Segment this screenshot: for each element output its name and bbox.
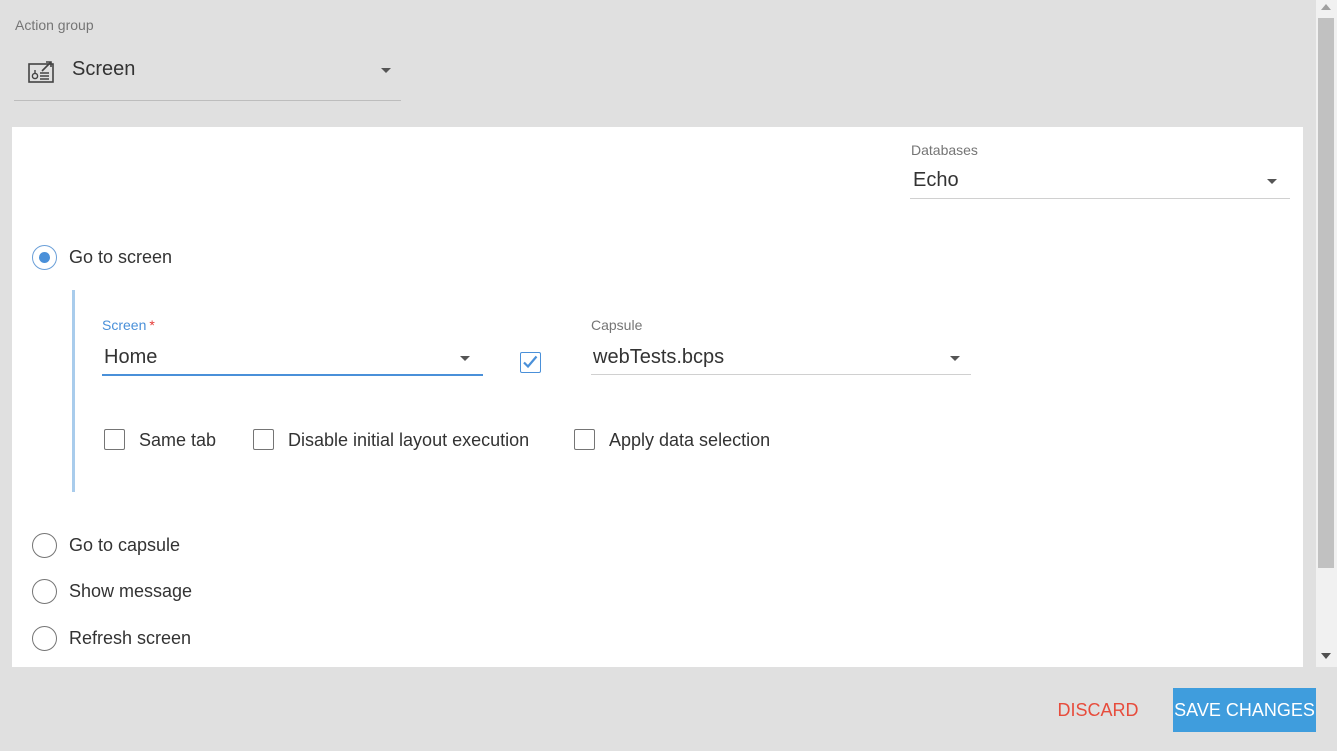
action-settings-panel: Databases Echo Go to screen Screen * Home… <box>12 127 1303 667</box>
scroll-up-arrow-icon[interactable] <box>1321 4 1331 10</box>
go-to-screen-group-bar <box>72 290 75 492</box>
show-message-radio[interactable] <box>32 579 57 604</box>
go-to-capsule-label[interactable]: Go to capsule <box>69 535 180 556</box>
screen-action-icon <box>27 60 57 84</box>
screen-field-label: Screen * <box>102 317 155 333</box>
databases-label: Databases <box>911 142 978 158</box>
go-to-screen-radio[interactable] <box>32 245 57 270</box>
scrollbar-thumb[interactable] <box>1318 18 1334 568</box>
screen-select[interactable]: Home <box>102 343 483 376</box>
capsule-field-label: Capsule <box>591 317 643 333</box>
apply-data-selection-checkbox[interactable] <box>574 429 595 450</box>
chevron-down-icon <box>1267 179 1277 184</box>
databases-value: Echo <box>913 169 959 191</box>
disable-initial-layout-label[interactable]: Disable initial layout execution <box>288 430 529 451</box>
capsule-value: webTests.bcps <box>593 346 725 368</box>
checkmark-icon <box>523 355 538 369</box>
databases-select[interactable]: Echo <box>910 164 1290 199</box>
required-mark: * <box>149 317 155 333</box>
refresh-screen-radio[interactable] <box>32 626 57 651</box>
same-tab-label[interactable]: Same tab <box>139 430 216 451</box>
scroll-down-arrow-icon[interactable] <box>1321 653 1331 659</box>
action-group-label: Action group <box>15 17 94 33</box>
save-changes-button[interactable]: SAVE CHANGES <box>1173 688 1316 732</box>
screen-value: Home <box>104 346 158 368</box>
capsule-select[interactable]: webTests.bcps <box>591 343 971 375</box>
action-group-value: Screen <box>72 58 136 80</box>
show-message-label[interactable]: Show message <box>69 581 192 602</box>
chevron-down-icon <box>381 68 391 73</box>
same-tab-checkbox[interactable] <box>104 429 125 450</box>
action-group-select[interactable]: Screen <box>14 48 401 101</box>
go-to-screen-label[interactable]: Go to screen <box>69 247 172 268</box>
chevron-down-icon <box>460 356 470 361</box>
disable-initial-layout-checkbox[interactable] <box>253 429 274 450</box>
refresh-screen-label[interactable]: Refresh screen <box>69 628 191 649</box>
chevron-down-icon <box>950 356 960 361</box>
go-to-capsule-radio[interactable] <box>32 533 57 558</box>
apply-data-selection-label[interactable]: Apply data selection <box>609 430 770 451</box>
discard-button[interactable]: DISCARD <box>1053 688 1143 732</box>
screen-link-checkbox[interactable] <box>520 352 541 373</box>
